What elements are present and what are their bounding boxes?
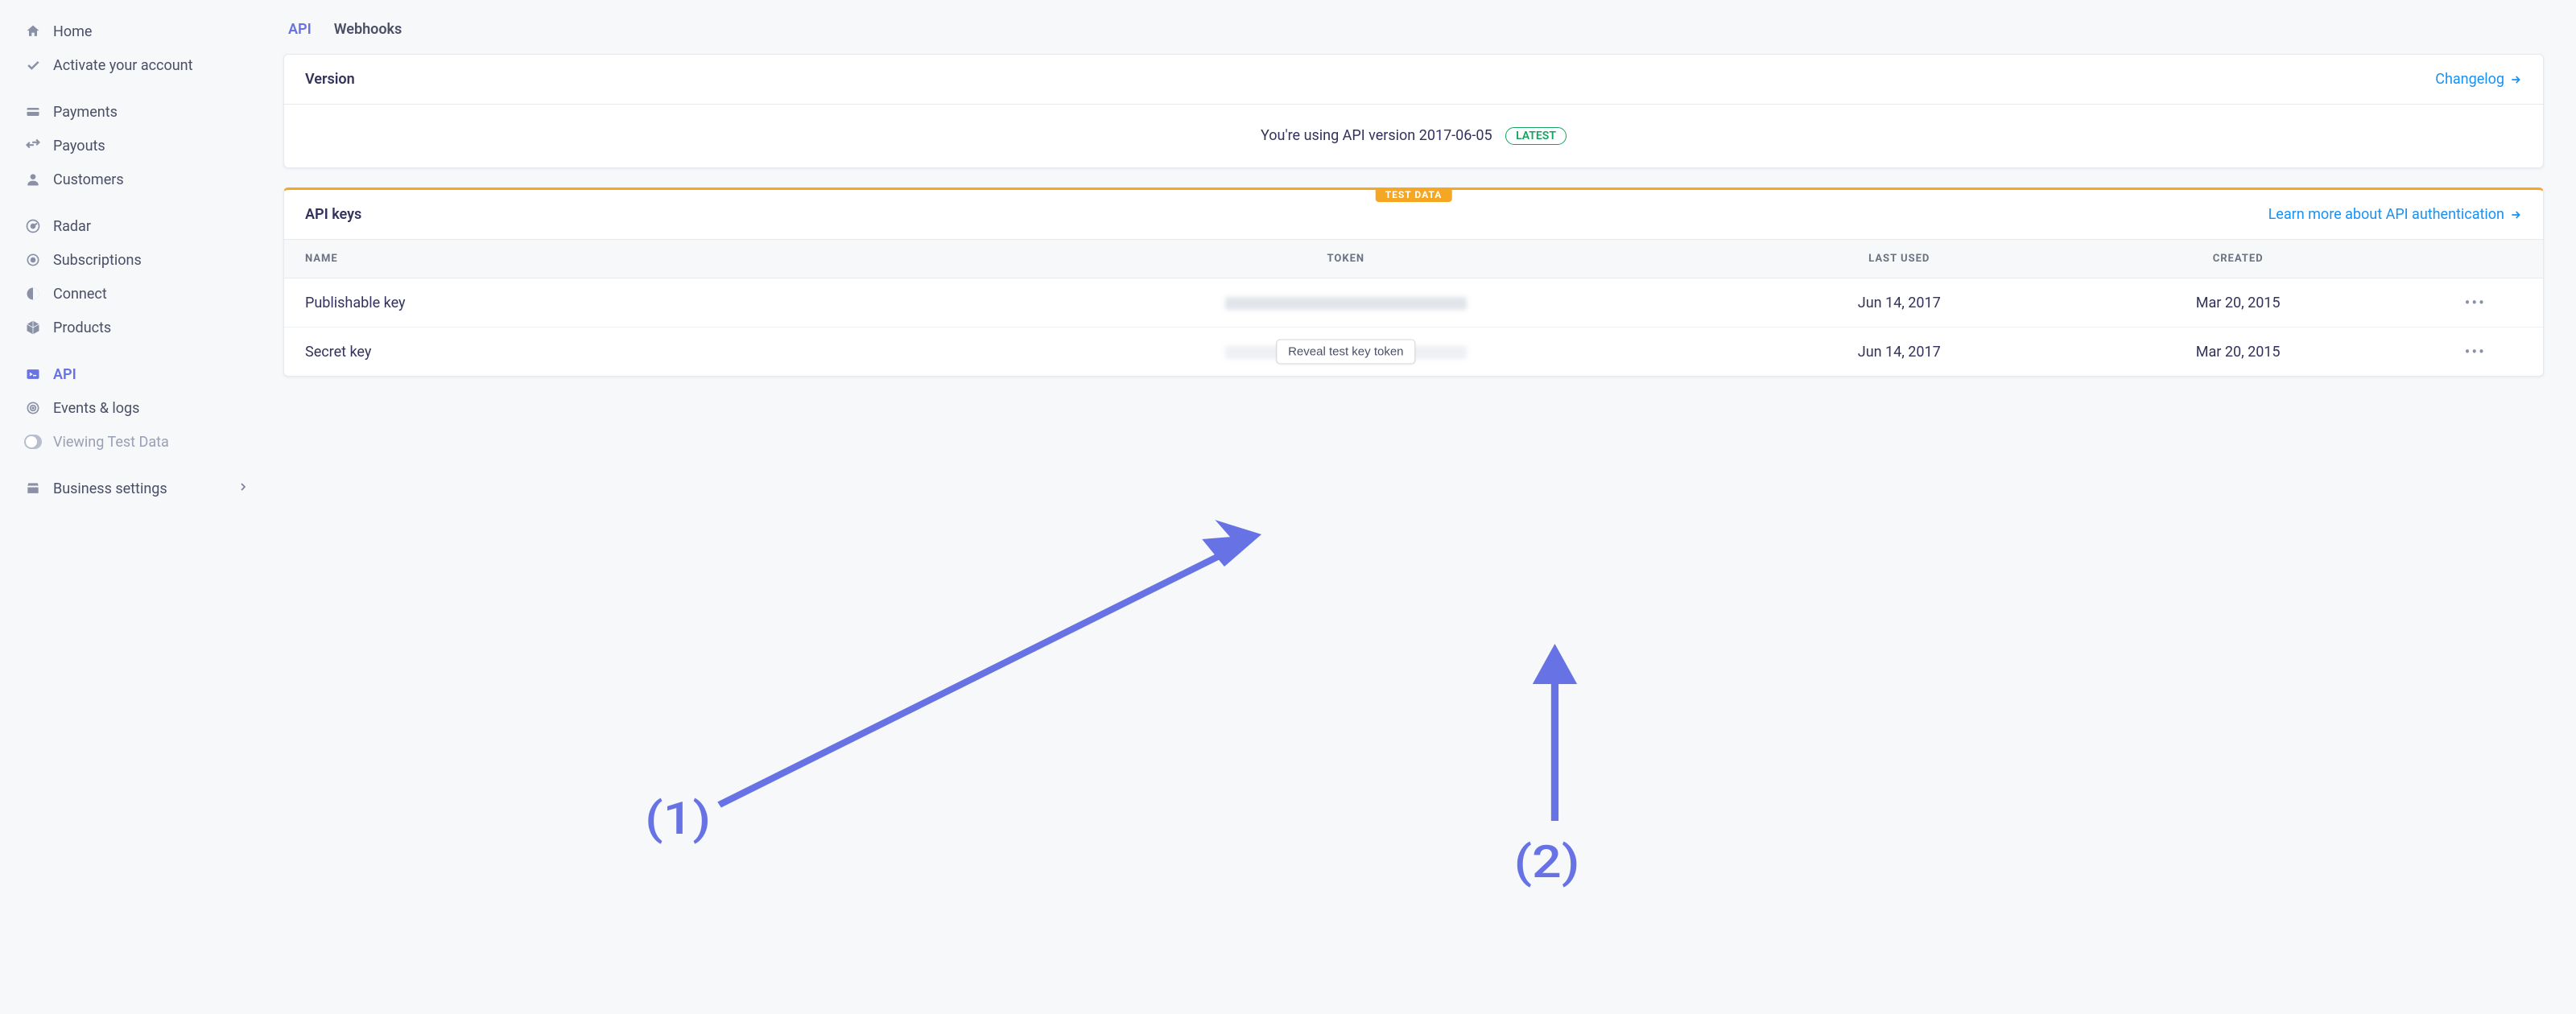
sidebar-item-label: Connect <box>53 286 107 303</box>
api-keys-card: TEST DATA API keys Learn more about API … <box>283 188 2544 377</box>
sidebar-item-label: Home <box>53 23 92 40</box>
changelog-label: Changelog <box>2435 71 2504 88</box>
check-icon <box>24 56 42 74</box>
sidebar-item-payments[interactable]: Payments <box>0 95 274 129</box>
toggle-icon <box>24 433 42 451</box>
col-token: TOKEN <box>962 240 1730 278</box>
table-row: Publishable key Jun 14, 2017 Mar 20, 201… <box>284 278 2543 328</box>
sidebar-item-label: Payouts <box>53 138 105 155</box>
api-keys-table: NAME TOKEN LAST USED CREATED Publishable… <box>284 240 2543 376</box>
annotation-1: (1) <box>645 792 711 845</box>
sidebar-item-label: Events & logs <box>53 400 139 417</box>
sidebar-item-radar[interactable]: Radar <box>0 209 274 243</box>
arrow-right-icon <box>2509 208 2522 221</box>
sidebar: Home Activate your account Payments Payo… <box>0 0 274 1014</box>
annotation-2: (2) <box>1514 835 1580 888</box>
key-name: Secret key <box>284 328 962 377</box>
table-row: Secret key Reveal test key token Jun 14,… <box>284 328 2543 377</box>
token-cell-publishable[interactable] <box>962 278 1730 328</box>
main-content: API Webhooks Version Changelog You're us… <box>274 0 2576 1014</box>
version-card-title: Version <box>305 71 355 88</box>
row-more-icon[interactable]: ••• <box>2465 342 2486 361</box>
arrow-right-icon <box>2509 73 2522 86</box>
last-used: Jun 14, 2017 <box>1730 328 2069 377</box>
api-keys-title: API keys <box>305 206 361 223</box>
sidebar-item-activate[interactable]: Activate your account <box>0 48 274 82</box>
sidebar-item-business-settings[interactable]: Business settings <box>0 472 274 505</box>
cycle-icon <box>24 251 42 269</box>
sidebar-item-products[interactable]: Products <box>0 311 274 344</box>
version-card: Version Changelog You're using API versi… <box>283 54 2544 168</box>
sidebar-item-label: Subscriptions <box>53 252 142 269</box>
sidebar-item-subscriptions[interactable]: Subscriptions <box>0 243 274 277</box>
learn-auth-link[interactable]: Learn more about API authentication <box>2268 206 2522 223</box>
sidebar-item-connect[interactable]: Connect <box>0 277 274 311</box>
home-icon <box>24 23 42 40</box>
version-body-prefix: You're using API version <box>1261 127 1419 144</box>
sidebar-item-label: Viewing Test Data <box>53 434 169 451</box>
radar-icon <box>24 217 42 235</box>
sidebar-item-label: Business settings <box>53 480 167 497</box>
tab-api[interactable]: API <box>288 21 312 38</box>
box-icon <box>24 319 42 336</box>
sidebar-item-payouts[interactable]: Payouts <box>0 129 274 163</box>
sidebar-item-home[interactable]: Home <box>0 14 274 48</box>
sidebar-item-label: Radar <box>53 218 91 235</box>
latest-badge: LATEST <box>1505 127 1567 145</box>
sidebar-item-label: Activate your account <box>53 57 193 74</box>
sidebar-item-label: Customers <box>53 171 124 188</box>
last-used: Jun 14, 2017 <box>1730 278 2069 328</box>
learn-auth-label: Learn more about API authentication <box>2268 206 2504 223</box>
reveal-token-button[interactable]: Reveal test key token <box>1276 340 1415 365</box>
api-version-value: 2017-06-05 <box>1419 127 1492 144</box>
sidebar-item-api[interactable]: API <box>0 357 274 391</box>
created: Mar 20, 2015 <box>2069 328 2408 377</box>
blurred-token <box>1225 297 1467 310</box>
chevron-right-icon <box>237 480 250 497</box>
target-icon <box>24 399 42 417</box>
sidebar-item-test-data-toggle[interactable]: Viewing Test Data <box>0 425 274 459</box>
sidebar-item-customers[interactable]: Customers <box>0 163 274 196</box>
col-last-used: LAST USED <box>1730 240 2069 278</box>
changelog-link[interactable]: Changelog <box>2435 71 2522 88</box>
tab-webhooks[interactable]: Webhooks <box>334 21 402 38</box>
row-more-icon[interactable]: ••• <box>2465 293 2486 312</box>
tab-bar: API Webhooks <box>283 8 2544 54</box>
token-cell-secret[interactable]: Reveal test key token <box>962 328 1730 377</box>
terminal-icon <box>24 365 42 383</box>
store-icon <box>24 480 42 497</box>
wallet-icon <box>24 103 42 121</box>
sidebar-item-label: Payments <box>53 104 118 121</box>
sidebar-item-label: API <box>53 366 76 383</box>
sidebar-item-label: Products <box>53 319 111 336</box>
user-icon <box>24 171 42 188</box>
col-created: CREATED <box>2069 240 2408 278</box>
test-data-flag: TEST DATA <box>1376 188 1452 202</box>
connect-icon <box>24 285 42 303</box>
transfer-icon <box>24 137 42 155</box>
sidebar-item-events-logs[interactable]: Events & logs <box>0 391 274 425</box>
col-name: NAME <box>284 240 962 278</box>
key-name: Publishable key <box>284 278 962 328</box>
created: Mar 20, 2015 <box>2069 278 2408 328</box>
